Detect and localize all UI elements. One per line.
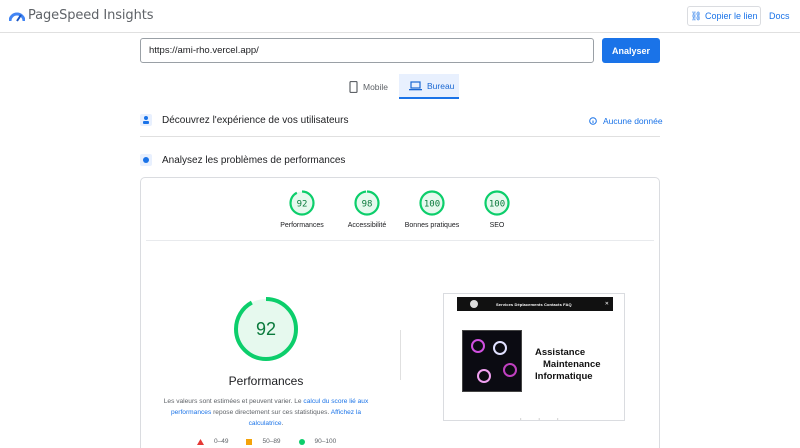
screenshot-logo xyxy=(470,300,478,308)
note-text-1: Les valeurs sont estimées et peuvent var… xyxy=(163,398,304,405)
score-legend: 0–49 50–89 90–100 xyxy=(197,438,336,445)
no-data-label: Aucune donnée xyxy=(603,116,663,126)
score-value: 92 xyxy=(297,200,308,210)
page-screenshot: Services Déplacements Contacts FAQ ✕ Ass… xyxy=(443,293,625,421)
headline-line-1: Assistance xyxy=(535,347,586,358)
circle-icon xyxy=(298,438,305,445)
tab-mobile-label: Mobile xyxy=(363,81,389,92)
score-gauge[interactable]: 100 Bonnes pratiques xyxy=(402,189,462,229)
headline-line-2: Maintenance xyxy=(543,359,601,370)
legend-fail-range: 0–49 xyxy=(214,438,229,445)
top-bar: PageSpeed Insights ⛓ Copier le lien Docs xyxy=(0,0,800,33)
headline-line-3: Informatique xyxy=(535,371,593,382)
url-input[interactable]: https://ami-rho.vercel.app/ xyxy=(140,38,594,63)
score-label: Bonnes pratiques xyxy=(404,222,460,229)
tab-mobile[interactable]: Mobile xyxy=(343,74,399,99)
performance-title: Performances xyxy=(228,374,304,388)
score-value: 100 xyxy=(489,200,505,210)
score-gauge[interactable]: 98 Accessibilité xyxy=(337,189,397,229)
pagespeed-logo-icon xyxy=(9,12,25,22)
legend-pass: 90–100 xyxy=(298,438,337,445)
score-ring: 92 xyxy=(289,190,315,216)
card-divider xyxy=(146,240,654,241)
score-value: 98 xyxy=(362,200,373,210)
score-gauge[interactable]: 92 Performances xyxy=(272,189,332,229)
field-data-section: Découvrez l'expérience de vos utilisateu… xyxy=(140,112,660,128)
note-text-2: repose directement sur ces statistiques. xyxy=(211,409,331,416)
lab-data-section: Analysez les problèmes de performances xyxy=(140,152,660,168)
tab-desktop[interactable]: Bureau xyxy=(399,74,459,99)
link-icon: ⛓ xyxy=(690,10,702,21)
copy-link-label: Copier le lien xyxy=(704,11,758,21)
diagnose-icon xyxy=(140,154,152,166)
close-icon: ✕ xyxy=(604,301,609,307)
score-note: Les valeurs sont estimées et peuvent var… xyxy=(160,396,372,429)
legend-pass-range: 90–100 xyxy=(314,438,337,445)
analyze-button[interactable]: Analyser xyxy=(602,38,660,63)
score-value: 100 xyxy=(424,200,440,210)
vertical-separator xyxy=(400,330,401,380)
triangle-icon xyxy=(197,438,204,445)
score-ring: 98 xyxy=(354,190,380,216)
score-gauge[interactable]: 100 SEO xyxy=(467,189,527,229)
smartphone-icon xyxy=(349,80,358,93)
fan-graphic xyxy=(493,341,507,355)
carousel-dots: • • • xyxy=(520,416,567,421)
legend-average-range: 50–89 xyxy=(262,438,281,445)
field-data-title: Découvrez l'expérience de vos utilisateu… xyxy=(162,114,349,126)
fan-graphic xyxy=(471,339,485,353)
note-end: . xyxy=(281,420,284,427)
no-data-indicator[interactable]: Aucune donnée xyxy=(589,116,663,126)
score-label: SEO xyxy=(489,222,505,229)
tab-desktop-label: Bureau xyxy=(427,80,455,91)
score-ring: 100 xyxy=(419,190,445,216)
screenshot-pc-image xyxy=(462,330,522,392)
info-icon xyxy=(589,117,597,125)
section-divider xyxy=(140,136,660,137)
screenshot-headline: Assistance Maintenance Informatique xyxy=(535,347,601,383)
performance-score: 92 xyxy=(256,319,276,339)
lab-data-title: Analysez les problèmes de performances xyxy=(162,154,346,166)
score-label: Accessibilité xyxy=(347,222,387,229)
score-label: Performances xyxy=(280,222,324,229)
screenshot-navbar: Services Déplacements Contacts FAQ ✕ xyxy=(457,297,613,311)
fan-graphic xyxy=(477,369,491,383)
app-title: PageSpeed Insights xyxy=(28,8,154,23)
fan-graphic xyxy=(503,363,517,377)
copy-link-button[interactable]: ⛓ Copier le lien xyxy=(687,6,761,26)
users-experience-icon xyxy=(140,114,152,126)
legend-fail: 0–49 xyxy=(197,438,228,445)
square-icon xyxy=(246,438,253,445)
performance-gauge: 92 xyxy=(234,297,298,361)
docs-link[interactable]: Docs xyxy=(769,11,790,21)
legend-average: 50–89 xyxy=(246,438,281,445)
screenshot-nav-links: Services Déplacements Contacts FAQ xyxy=(496,301,572,307)
score-ring: 100 xyxy=(484,190,510,216)
laptop-icon xyxy=(409,80,422,90)
